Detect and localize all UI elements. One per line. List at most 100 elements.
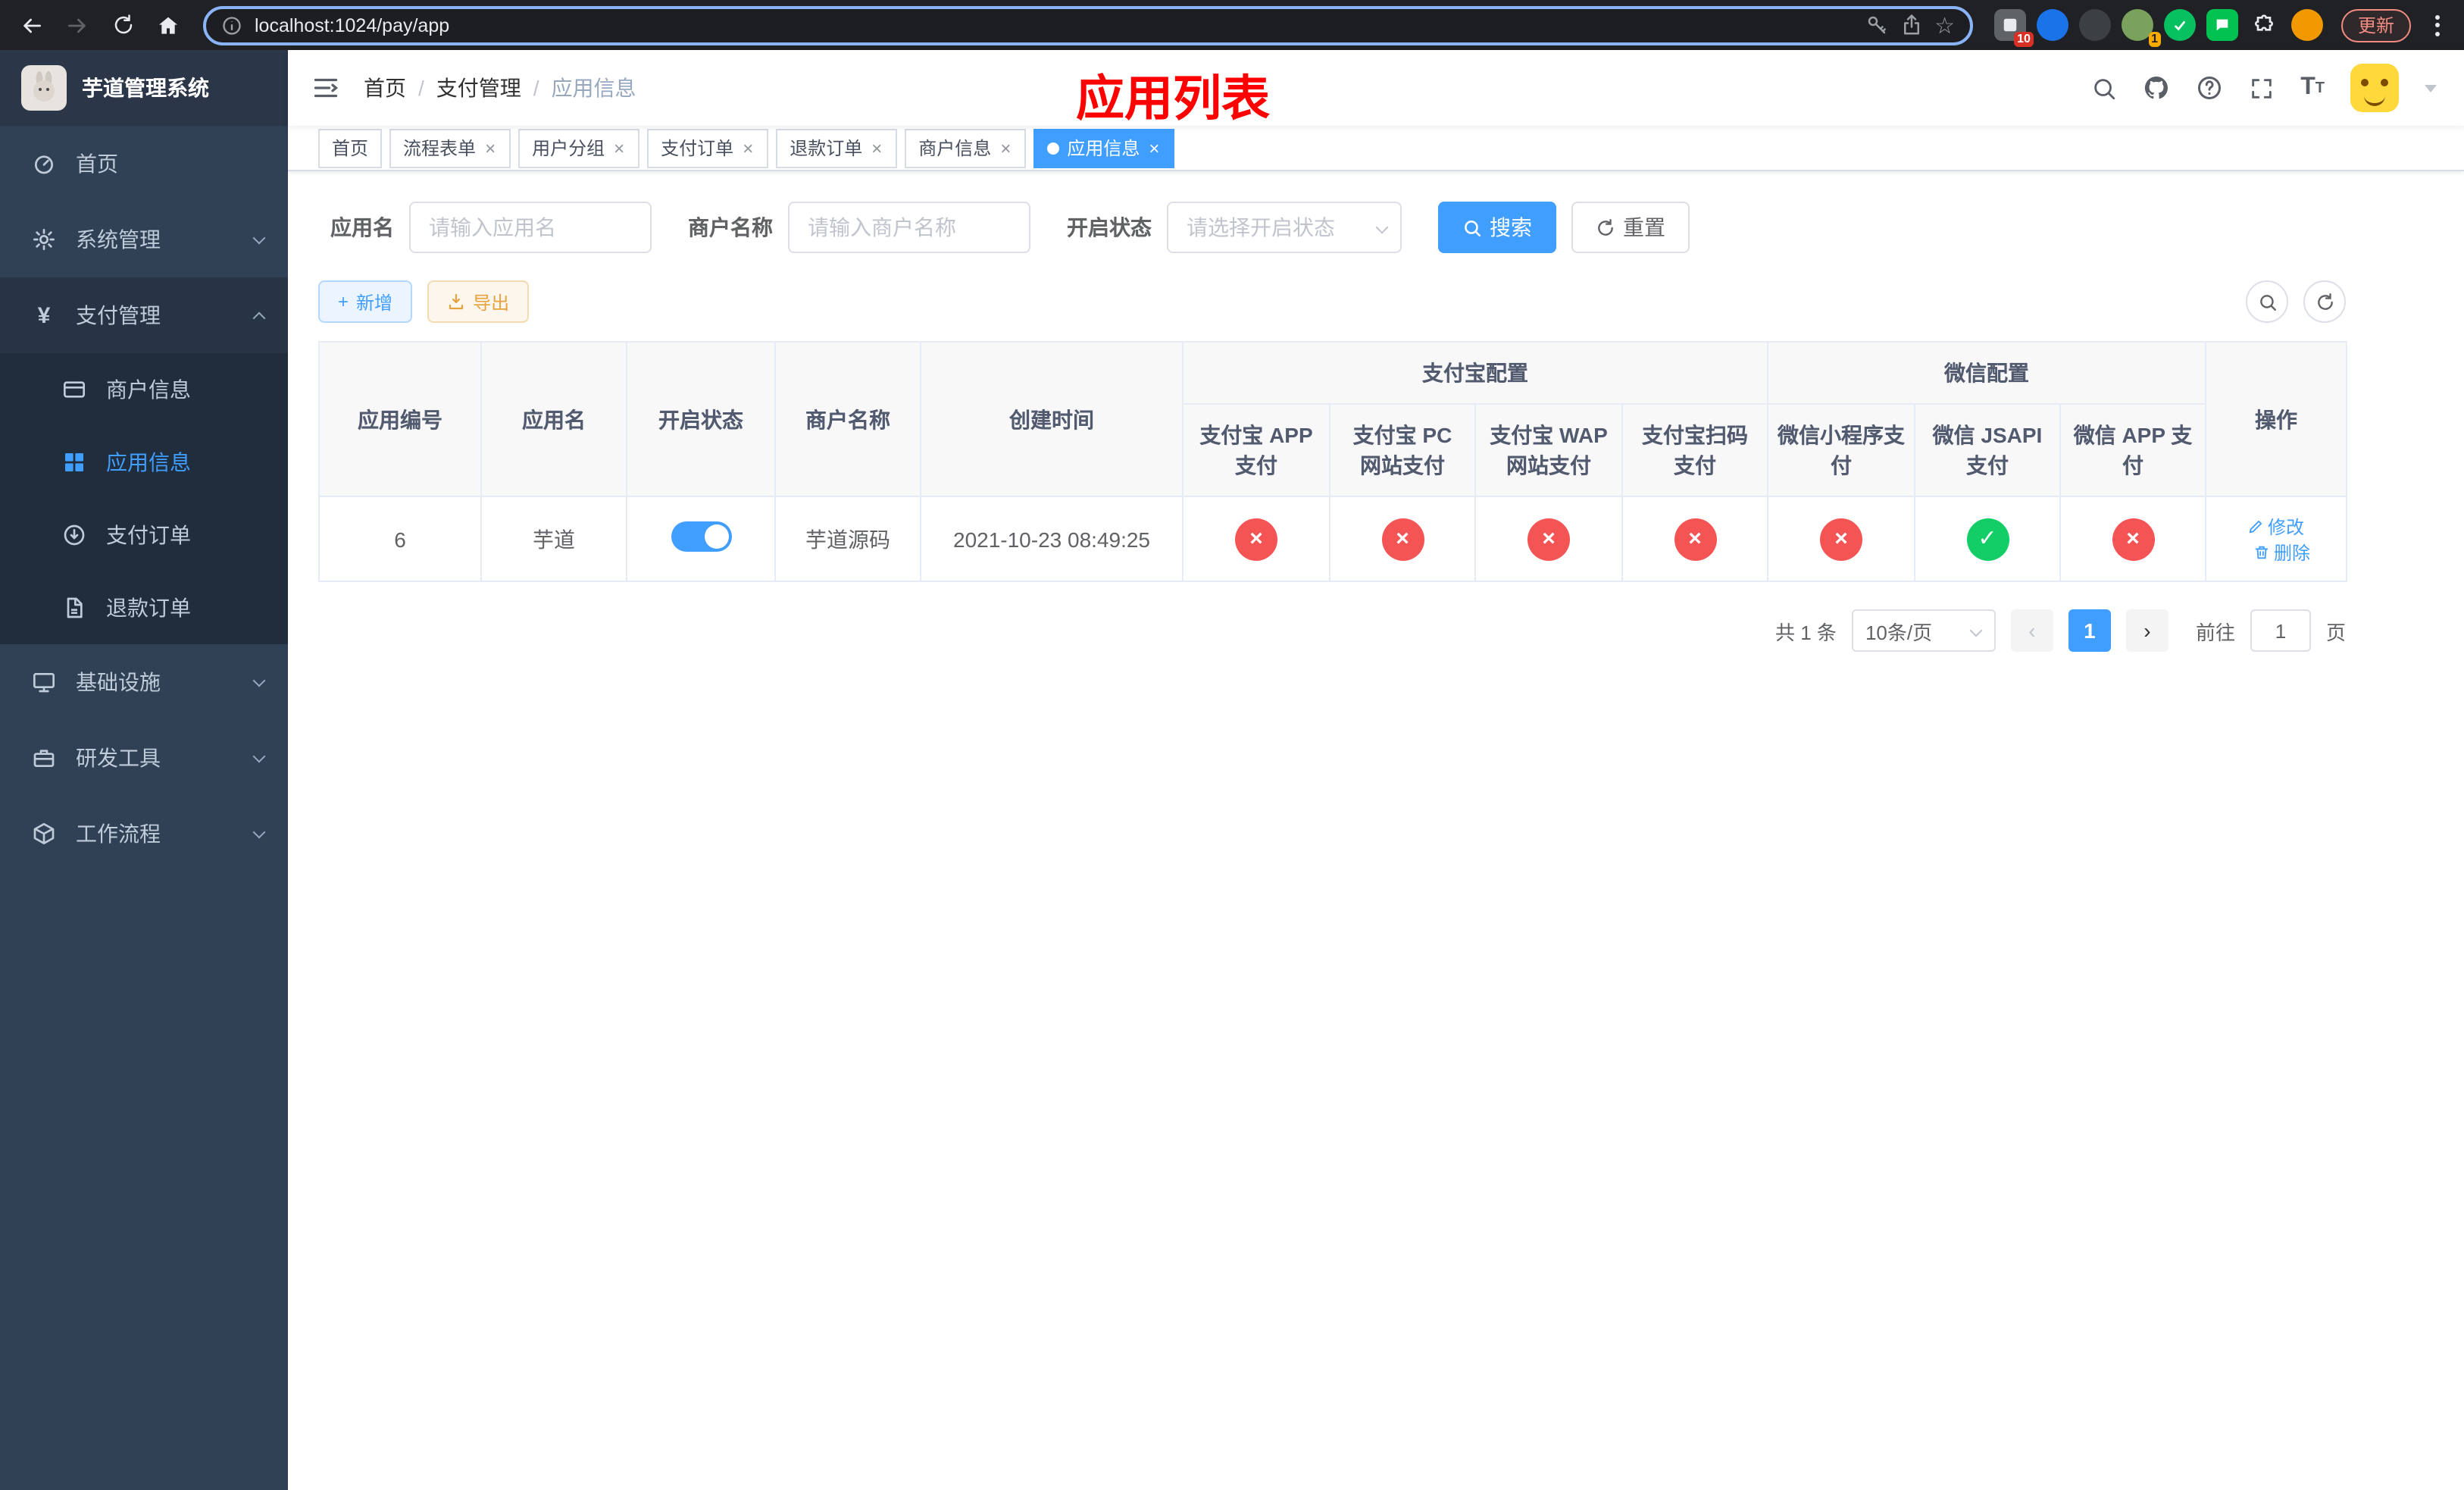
search-button[interactable]: 搜索 bbox=[1438, 202, 1556, 253]
reset-button[interactable]: 重置 bbox=[1571, 202, 1690, 253]
avatar-caret-icon[interactable] bbox=[2425, 84, 2437, 92]
app-name-input[interactable] bbox=[409, 202, 652, 253]
page-size-select[interactable]: 10条/页 bbox=[1851, 609, 1996, 652]
col-header-actions: 操作 bbox=[2205, 341, 2347, 497]
status-select-input[interactable] bbox=[1167, 202, 1402, 253]
tab-home[interactable]: 首页 bbox=[318, 128, 383, 167]
back-icon[interactable] bbox=[12, 5, 52, 45]
breadcrumb-separator: / bbox=[418, 76, 424, 100]
page-content: 应用名 商户名称 开启状态 搜索 重置 bbox=[288, 171, 2464, 1490]
goto-page-input[interactable] bbox=[2250, 609, 2311, 652]
search-icon[interactable] bbox=[2091, 75, 2117, 101]
sidebar-item-label: 商户信息 bbox=[106, 377, 191, 402]
status-select[interactable] bbox=[1167, 202, 1402, 253]
sidebar-item-workflow[interactable]: 工作流程 bbox=[0, 796, 288, 872]
close-icon[interactable]: × bbox=[483, 139, 497, 157]
tab-merchant-info[interactable]: 商户信息 × bbox=[905, 128, 1027, 167]
page-unit-label: 页 bbox=[2325, 621, 2346, 643]
close-icon[interactable]: × bbox=[612, 139, 626, 157]
close-icon[interactable]: × bbox=[999, 139, 1012, 157]
payment-submenu: 商户信息 应用信息 支付订单 退款订单 bbox=[0, 353, 288, 644]
edit-link[interactable]: 修改 bbox=[2248, 513, 2304, 539]
sidebar-item-payment[interactable]: ¥ 支付管理 bbox=[0, 277, 288, 353]
reload-icon[interactable] bbox=[103, 5, 142, 45]
cross-icon: × bbox=[2112, 518, 2154, 560]
order-icon bbox=[61, 523, 88, 547]
tab-refund-orders[interactable]: 退款订单 × bbox=[776, 128, 898, 167]
cell-alipay-wap: × bbox=[1474, 496, 1623, 582]
url-text[interactable]: localhost:1024/pay/app bbox=[255, 14, 1853, 36]
plus-icon: + bbox=[338, 291, 349, 312]
tab-app-info[interactable]: 应用信息 × bbox=[1033, 128, 1175, 167]
sidebar-item-system[interactable]: 系统管理 bbox=[0, 202, 288, 277]
home-icon[interactable] bbox=[149, 5, 188, 45]
wechat-devtools-icon[interactable] bbox=[2163, 9, 2196, 41]
profile-avatar[interactable] bbox=[2290, 9, 2323, 41]
check-icon: ✓ bbox=[1966, 518, 2009, 560]
sidebar-item-home[interactable]: 首页 bbox=[0, 126, 288, 202]
status-label: 开启状态 bbox=[1067, 215, 1152, 239]
extensions-puzzle-icon[interactable] bbox=[2249, 9, 2281, 41]
chat-extension-icon[interactable] bbox=[2206, 9, 2238, 41]
extension-avatar-icon[interactable]: 1 bbox=[2121, 9, 2161, 47]
fullscreen-icon[interactable] bbox=[2249, 75, 2275, 101]
status-toggle[interactable] bbox=[671, 521, 731, 552]
monitor-icon bbox=[30, 670, 58, 694]
logo[interactable]: 芋道管理系统 bbox=[0, 50, 288, 126]
export-button[interactable]: 导出 bbox=[427, 280, 530, 323]
cell-id: 6 bbox=[318, 496, 482, 582]
browser-menu-icon[interactable] bbox=[2423, 8, 2452, 42]
sidebar-item-app-info[interactable]: 应用信息 bbox=[0, 426, 288, 499]
dashboard-icon bbox=[30, 152, 58, 176]
site-info-icon[interactable] bbox=[221, 14, 242, 36]
sidebar-item-infrastructure[interactable]: 基础设施 bbox=[0, 644, 288, 720]
sidebar-item-label: 支付管理 bbox=[76, 303, 161, 327]
delete-link[interactable]: 删除 bbox=[2254, 539, 2310, 565]
add-button[interactable]: + 新增 bbox=[318, 280, 413, 323]
merchant-name-label: 商户名称 bbox=[688, 215, 773, 239]
add-button-label: 新增 bbox=[356, 292, 393, 313]
sidebar-item-refund-orders[interactable]: 退款订单 bbox=[0, 571, 288, 644]
extension-icon-3[interactable] bbox=[2078, 9, 2111, 41]
browser-update-button[interactable]: 更新 bbox=[2340, 8, 2411, 42]
tab-user-group[interactable]: 用户分组 × bbox=[518, 128, 640, 167]
sidebar-item-dev-tools[interactable]: 研发工具 bbox=[0, 720, 288, 796]
prev-page-button[interactable]: ‹ bbox=[2010, 609, 2053, 652]
font-size-icon[interactable]: TT bbox=[2300, 74, 2325, 102]
cell-name: 芋道 bbox=[480, 496, 627, 582]
sidebar-item-label: 研发工具 bbox=[76, 746, 161, 770]
col-header-alipay-qr: 支付宝扫码支付 bbox=[1621, 403, 1768, 497]
forward-icon[interactable] bbox=[58, 5, 97, 45]
cross-icon: × bbox=[1527, 518, 1570, 560]
close-icon[interactable]: × bbox=[870, 139, 883, 157]
hamburger-icon[interactable] bbox=[288, 50, 364, 126]
sidebar-item-label: 系统管理 bbox=[76, 227, 161, 252]
share-icon[interactable] bbox=[1900, 14, 1922, 36]
col-header-wechat-mini: 微信小程序支付 bbox=[1767, 403, 1915, 497]
help-icon[interactable] bbox=[2196, 74, 2223, 102]
reset-button-label: 重置 bbox=[1623, 215, 1665, 239]
toggle-search-button[interactable] bbox=[2246, 280, 2288, 323]
refresh-button[interactable] bbox=[2303, 280, 2346, 323]
col-header-wechat-jsapi: 微信 JSAPI 支付 bbox=[1914, 403, 2061, 497]
next-page-button[interactable]: › bbox=[2125, 609, 2169, 652]
sidebar-item-payment-orders[interactable]: 支付订单 bbox=[0, 499, 288, 571]
tab-payment-orders[interactable]: 支付订单 × bbox=[647, 128, 769, 167]
credit-card-icon bbox=[61, 377, 88, 402]
close-icon[interactable]: × bbox=[741, 139, 755, 157]
extension-icon-2[interactable] bbox=[2036, 9, 2068, 41]
breadcrumb-item[interactable]: 支付管理 bbox=[436, 73, 521, 103]
extension-icon-1[interactable]: 10 bbox=[1993, 9, 2034, 47]
close-icon[interactable]: × bbox=[1147, 139, 1161, 157]
user-avatar[interactable] bbox=[2350, 64, 2399, 112]
page-size-value[interactable]: 10条/页 bbox=[1851, 609, 1996, 652]
url-bar[interactable]: localhost:1024/pay/app ☆ bbox=[203, 5, 1973, 45]
tab-process-form[interactable]: 流程表单 × bbox=[389, 128, 511, 167]
merchant-name-input[interactable] bbox=[788, 202, 1030, 253]
github-icon[interactable] bbox=[2143, 74, 2170, 102]
password-key-icon[interactable] bbox=[1865, 14, 1887, 36]
page-button-1[interactable]: 1 bbox=[2068, 609, 2111, 652]
sidebar-item-merchant-info[interactable]: 商户信息 bbox=[0, 353, 288, 426]
breadcrumb-item[interactable]: 首页 bbox=[364, 73, 406, 103]
bookmark-star-icon[interactable]: ☆ bbox=[1934, 11, 1955, 39]
